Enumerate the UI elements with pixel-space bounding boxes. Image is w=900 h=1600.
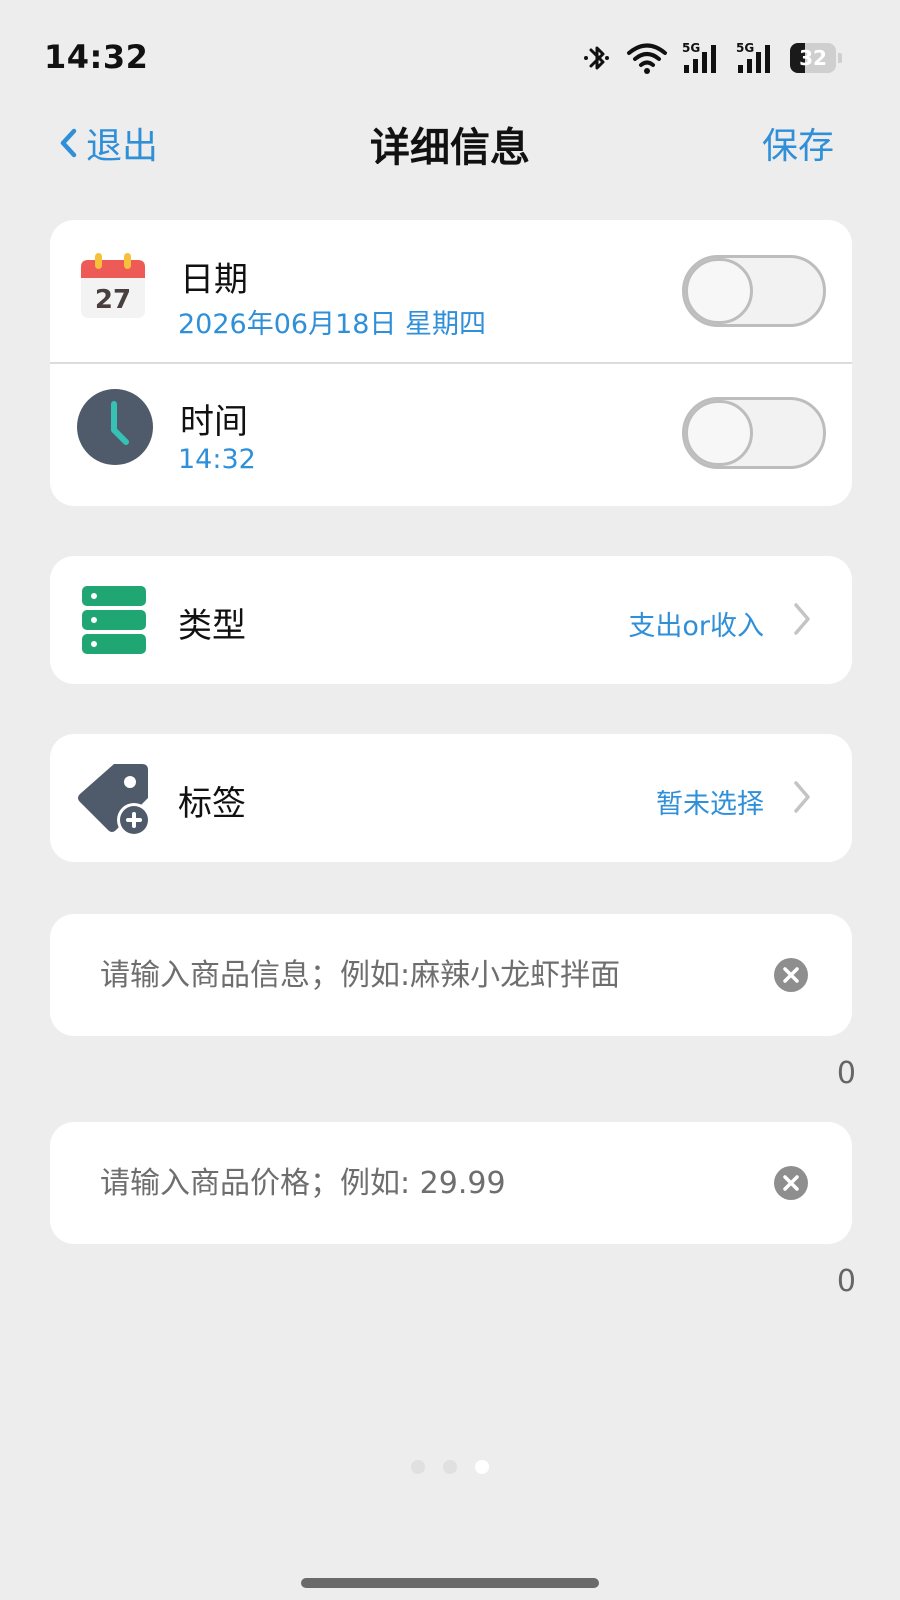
network-type-label-2: 5G xyxy=(736,41,754,55)
time-value[interactable]: 14:32 xyxy=(178,444,256,475)
clear-icon[interactable] xyxy=(774,1166,808,1200)
status-icons: 5G 5G 32 xyxy=(582,40,842,76)
product-price-input[interactable] xyxy=(100,1122,750,1244)
detail-screen: 14:32 5G 5G 32 退出 详细信息 保存 27 日期 2026年06月… xyxy=(0,0,900,1600)
clock-icon xyxy=(77,389,153,465)
tag-add-icon xyxy=(78,764,151,837)
time-row: 时间 14:32 xyxy=(50,362,852,504)
battery-percentage: 32 xyxy=(799,46,827,70)
time-toggle[interactable] xyxy=(682,397,826,469)
product-info-input[interactable] xyxy=(100,914,750,1036)
calendar-day-number: 27 xyxy=(95,285,131,315)
page-dot[interactable] xyxy=(475,1460,489,1474)
save-button[interactable]: 保存 xyxy=(762,117,834,169)
date-label: 日期 xyxy=(180,260,248,300)
tag-row[interactable]: 标签 暂未选择 xyxy=(50,734,852,862)
network-type-label-1: 5G xyxy=(682,41,700,55)
chevron-right-icon xyxy=(794,781,810,813)
date-toggle-knob xyxy=(685,258,753,324)
page-dot[interactable] xyxy=(443,1460,457,1474)
clear-icon[interactable] xyxy=(774,958,808,992)
calendar-icon: 27 xyxy=(81,253,145,318)
page-dot[interactable] xyxy=(411,1460,425,1474)
type-label: 类型 xyxy=(178,606,246,646)
product-price-char-count: 0 xyxy=(836,1264,856,1299)
wifi-icon xyxy=(627,43,667,74)
status-bar: 14:32 5G 5G 32 xyxy=(0,0,900,110)
date-row: 27 日期 2026年06月18日 星期四 xyxy=(50,220,852,362)
server-stack-icon xyxy=(82,586,146,654)
tag-value: 暂未选择 xyxy=(656,789,764,820)
navigation-bar: 退出 详细信息 保存 xyxy=(0,105,900,185)
cellular-signal-icon-1: 5G xyxy=(682,41,716,73)
product-info-card xyxy=(50,914,852,1036)
page-indicator xyxy=(0,1460,900,1474)
battery-icon: 32 xyxy=(790,43,842,73)
datetime-card: 27 日期 2026年06月18日 星期四 时间 14:32 xyxy=(50,220,852,506)
date-toggle[interactable] xyxy=(682,255,826,327)
date-value[interactable]: 2026年06月18日 星期四 xyxy=(178,302,486,341)
home-indicator[interactable] xyxy=(301,1578,599,1588)
status-time: 14:32 xyxy=(44,38,149,76)
product-price-card xyxy=(50,1122,852,1244)
tag-label: 标签 xyxy=(178,784,246,824)
cellular-signal-icon-2: 5G xyxy=(736,41,770,73)
type-row[interactable]: 类型 支出or收入 xyxy=(50,556,852,684)
type-value: 支出or收入 xyxy=(628,611,764,642)
time-label: 时间 xyxy=(180,402,248,442)
bluetooth-icon xyxy=(584,46,609,70)
product-info-char-count: 0 xyxy=(836,1056,856,1091)
chevron-right-icon xyxy=(794,603,810,635)
time-toggle-knob xyxy=(685,400,753,466)
